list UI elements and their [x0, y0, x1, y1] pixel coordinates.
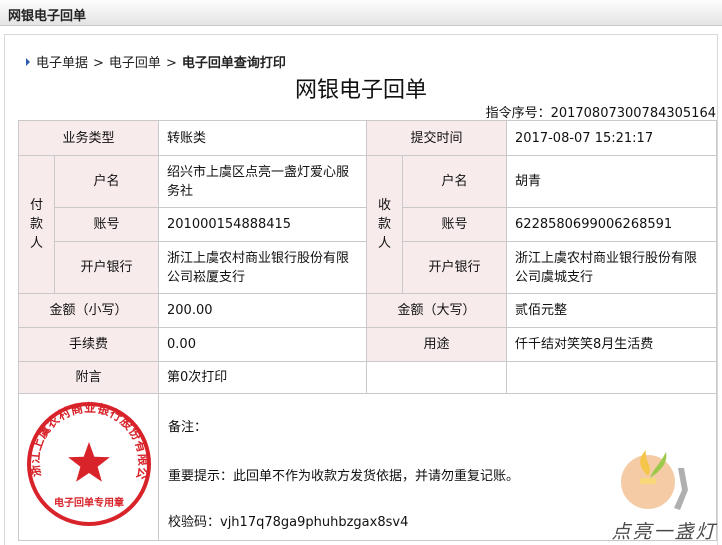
fee-label: 手续费	[17, 327, 160, 362]
fee-value: 0.00	[158, 327, 368, 362]
watermark-text: 点亮一盏灯	[611, 521, 717, 543]
seal-cell: 浙江上虞农村商业银行股份有限公司 电子回单专用章	[17, 393, 160, 541]
postscript-label: 附言	[17, 361, 160, 394]
purpose-label: 用途	[366, 327, 508, 362]
amount-small-label: 金额（小写）	[17, 293, 160, 328]
amount-big-value: 贰佰元整	[506, 293, 718, 328]
payer-account-label: 账号	[53, 207, 160, 242]
payer-account-value: 201000154888415	[158, 207, 368, 242]
breadcrumb-arrow-icon	[26, 58, 30, 66]
important-notice: 重要提示：此回单不作为收款方发货依据，并请勿重复记账。	[168, 469, 520, 484]
check-code: 校验码：vjh17q78ga9phuhbzgax8sv4	[168, 515, 409, 530]
payee-bank-value: 浙江上虞农村商业银行股份有限公司虞城支行	[506, 241, 718, 294]
page-title: 网银电子回单	[294, 78, 427, 103]
payer-bank-label: 开户银行	[53, 241, 160, 294]
payee-name-value: 胡青	[506, 155, 718, 208]
business-type-label: 业务类型	[17, 120, 160, 156]
amount-small-value: 200.00	[158, 293, 368, 328]
payee-account-label: 账号	[402, 207, 508, 242]
payee-account-value: 6228580699006268591	[506, 207, 718, 242]
payer-bank-value: 浙江上虞农村商业银行股份有限公司崧厦支行	[158, 241, 368, 294]
breadcrumb-item-documents[interactable]: 电子单据	[36, 56, 88, 71]
empty-cell	[366, 361, 508, 394]
window-title-bar: 网银电子回单	[0, 0, 722, 26]
breadcrumb-separator: >	[93, 56, 104, 71]
watermark-logo-icon: 点亮一盏灯	[611, 450, 717, 543]
breadcrumb-current: 电子回单查询打印	[181, 56, 286, 71]
submit-time-label: 提交时间	[366, 120, 508, 156]
table-row: 业务类型 转账类 提交时间 2017-08-07 15:21:17	[17, 120, 718, 156]
table-row: 付款人 户名 绍兴市上虞区点亮一盏灯爱心服务社 收款人 户名 胡青	[18, 155, 718, 294]
payee-bank-label: 开户银行	[402, 241, 508, 294]
breadcrumb-separator: >	[165, 56, 177, 71]
breadcrumb: 电子单据 > 电子回单 > 电子回单查询打印	[26, 52, 286, 71]
window-title: 网银电子回单	[8, 9, 87, 24]
serial-number: 指令序号：20170807300784305164	[485, 106, 716, 121]
breadcrumb-item-receipts[interactable]: 电子回单	[109, 56, 161, 71]
bank-seal-icon: 浙江上虞农村商业银行股份有限公司 电子回单专用章	[19, 394, 151, 526]
payer-name-label: 户名	[53, 155, 160, 208]
remark-label: 备注：	[168, 420, 208, 435]
seal-bottom-text: 电子回单专用章	[54, 496, 124, 509]
submit-time-value: 2017-08-07 15:21:17	[506, 120, 718, 156]
business-type-value: 转账类	[158, 120, 368, 156]
table-row: 手续费 0.00 用途 仟千结对笑笑8月生活费	[17, 327, 718, 362]
payee-name-label: 户名	[402, 155, 508, 208]
purpose-value: 仟千结对笑笑8月生活费	[506, 327, 718, 362]
payer-name-value: 绍兴市上虞区点亮一盏灯爱心服务社	[158, 155, 368, 208]
empty-cell	[506, 361, 718, 394]
payee-group-label: 收款人	[366, 155, 404, 294]
amount-big-label: 金额（大写）	[366, 293, 508, 328]
payer-group-label: 付款人	[18, 155, 55, 294]
table-row: 金额（小写） 200.00 金额（大写） 贰佰元整	[17, 293, 718, 328]
postscript-value: 第0次打印	[158, 361, 368, 394]
table-row: 附言 第0次打印	[17, 361, 718, 394]
